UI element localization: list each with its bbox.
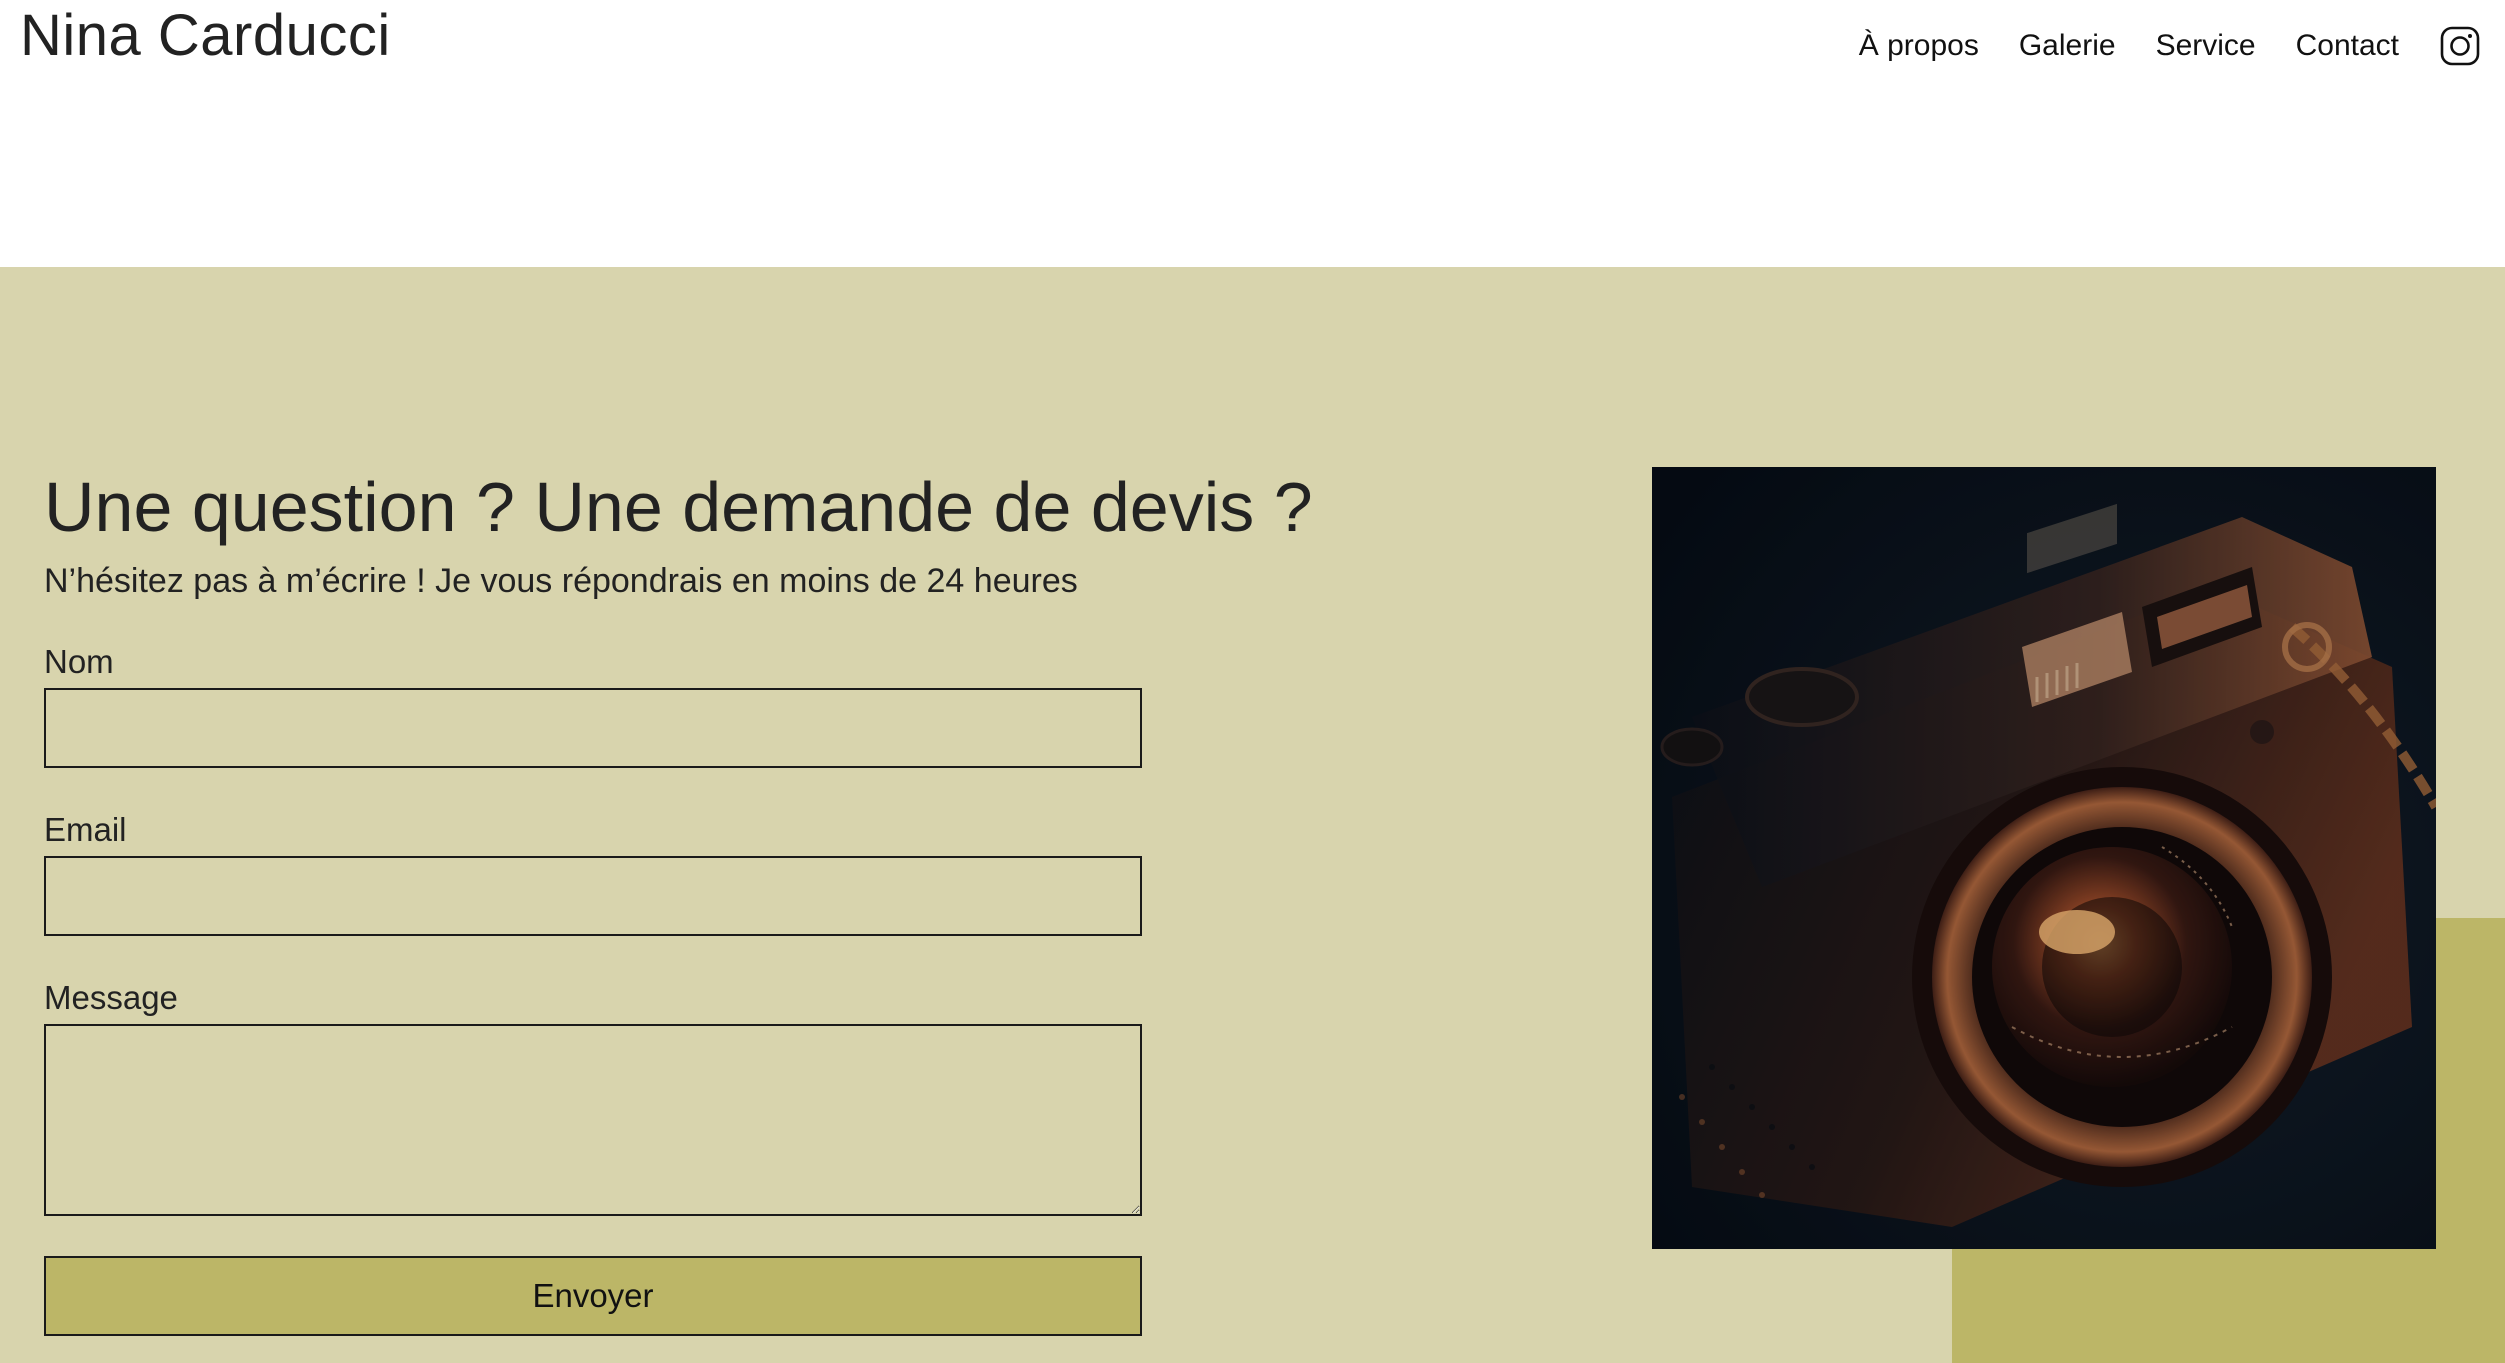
message-textarea[interactable]	[44, 1024, 1142, 1216]
contact-subtitle: N’hésitez pas à m’écrire ! Je vous répon…	[44, 562, 1078, 600]
email-input[interactable]	[44, 856, 1142, 936]
brand-name[interactable]: Nina Carducci	[20, 2, 391, 70]
main-nav: À propos Galerie Service Contact	[1859, 22, 2505, 70]
camera-image	[1652, 467, 2436, 1249]
email-label: Email	[44, 811, 127, 848]
nav-item-service[interactable]: Service	[2156, 29, 2256, 63]
contact-section: Une question ? Une demande de devis ? N’…	[0, 267, 2505, 1363]
instagram-icon[interactable]	[2439, 25, 2481, 67]
name-input[interactable]	[44, 688, 1142, 768]
nav-item-contact[interactable]: Contact	[2296, 29, 2399, 63]
contact-title: Une question ? Une demande de devis ?	[44, 468, 1313, 546]
name-label: Nom	[44, 643, 114, 680]
submit-button[interactable]: Envoyer	[44, 1256, 1142, 1336]
camera-photo	[1652, 467, 2436, 1249]
nav-item-galerie[interactable]: Galerie	[2019, 29, 2116, 63]
message-label: Message	[44, 979, 178, 1016]
site-header: Nina Carducci À propos Galerie Service C…	[0, 0, 2505, 267]
nav-item-a-propos[interactable]: À propos	[1859, 29, 1979, 63]
